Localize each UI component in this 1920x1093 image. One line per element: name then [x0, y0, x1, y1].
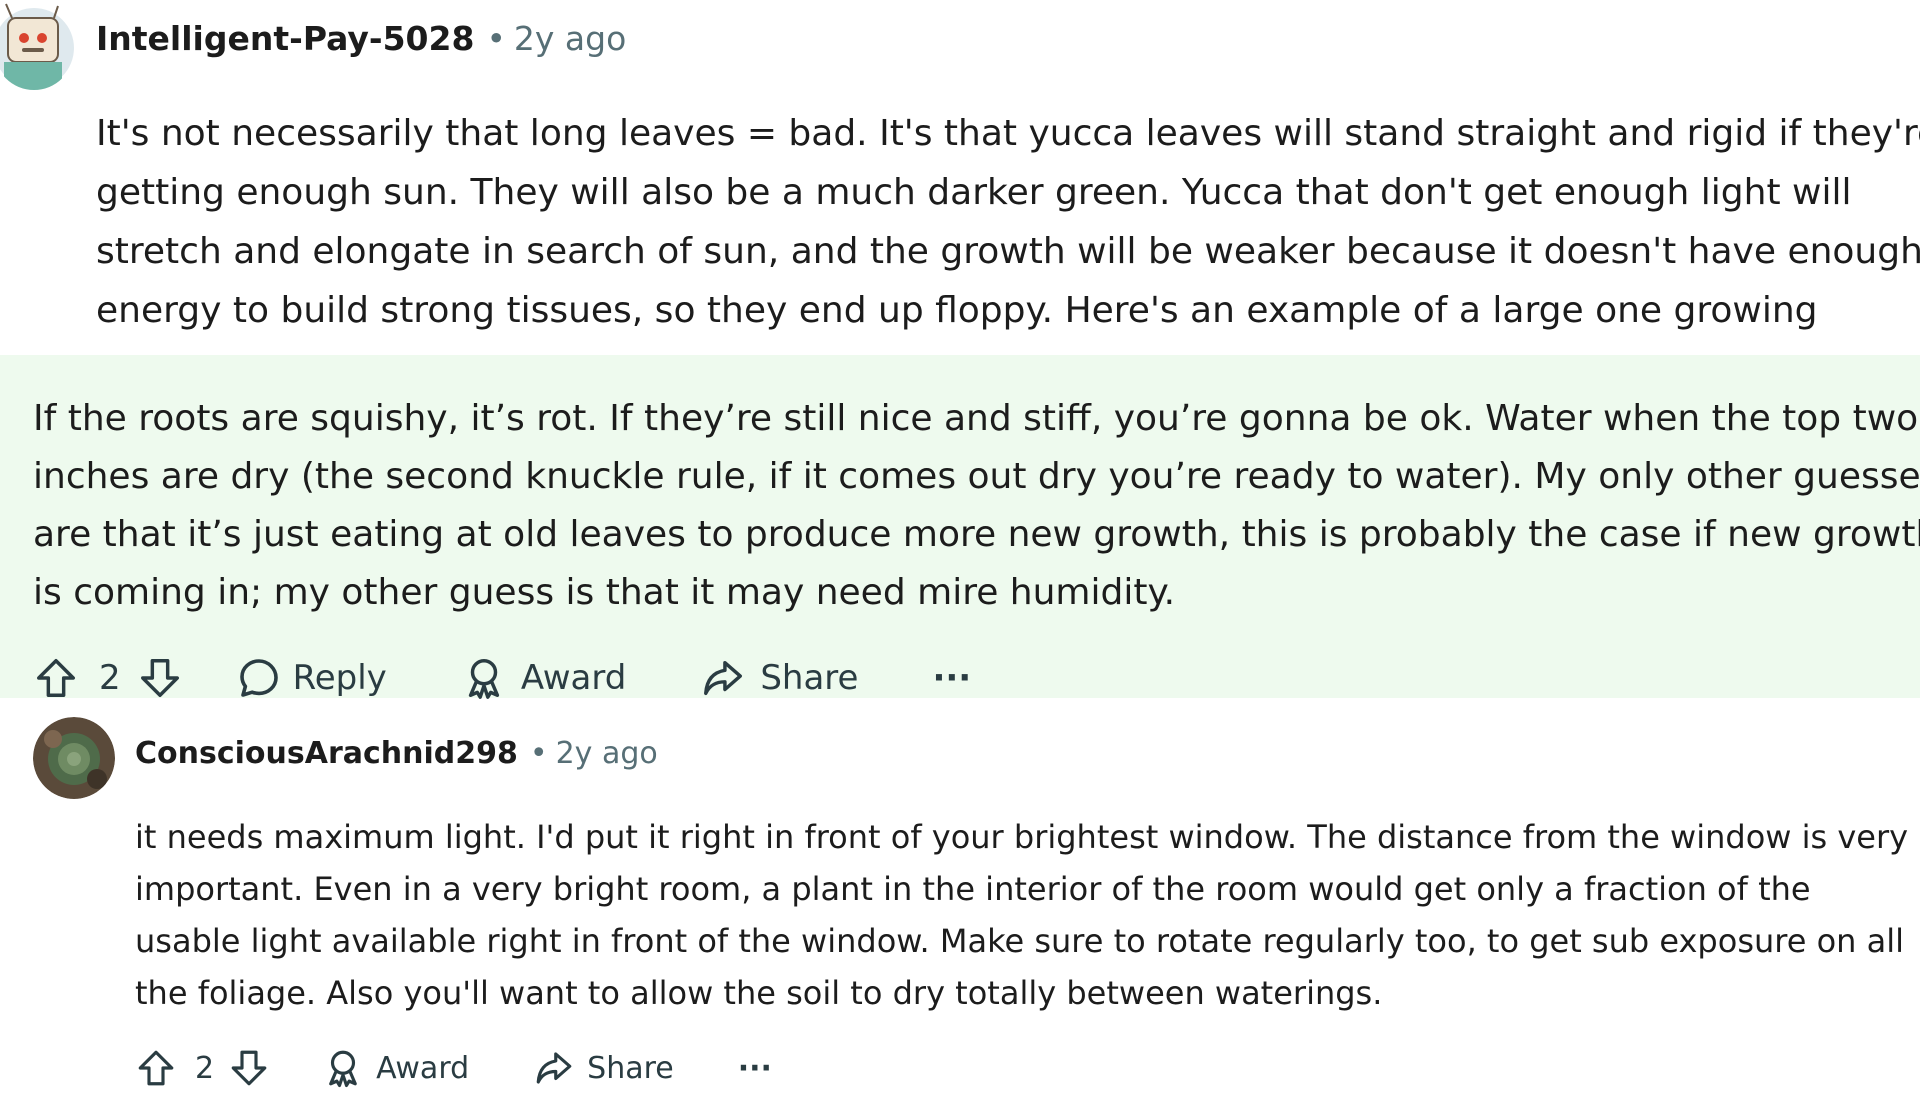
comment-body: If the roots are squishy, it’s rot. If t…: [33, 390, 1920, 622]
upvote-button[interactable]: [135, 1047, 177, 1089]
comment-line: important. Even in a very bright room, a…: [135, 870, 1811, 908]
avatar[interactable]: [33, 717, 115, 799]
comment-line: stretch and elongate in search of sun, a…: [96, 231, 1920, 272]
comment-line: it needs maximum light. I'd put it right…: [135, 818, 1909, 856]
comment-line: If the roots are squishy, it’s rot. If t…: [33, 398, 1919, 439]
award-label: Award: [520, 658, 627, 698]
comment-actions: 2 Reply Award Share ···: [33, 650, 971, 706]
downvote-button[interactable]: [137, 655, 183, 701]
timestamp[interactable]: 2y ago: [556, 736, 658, 771]
comment-line: usable light available right in front of…: [135, 922, 1904, 960]
speech-bubble-icon: [239, 659, 278, 697]
comment-line: the foliage. Also you'll want to allow t…: [135, 974, 1383, 1012]
comment-line: getting enough sun. They will also be a …: [96, 172, 1852, 213]
meta-separator: •: [486, 18, 506, 58]
comment-meta: ConsciousArachnid298 • 2y ago: [135, 733, 658, 773]
share-label: Share: [587, 1050, 674, 1086]
reply-label: Reply: [292, 658, 387, 698]
share-button[interactable]: Share: [700, 655, 858, 701]
downvote-icon: [140, 659, 179, 697]
vote-count: 2: [195, 1050, 215, 1086]
timestamp[interactable]: 2y ago: [514, 19, 626, 58]
share-icon: [536, 1052, 572, 1084]
award-button[interactable]: Award: [461, 655, 627, 701]
share-button[interactable]: Share: [533, 1047, 674, 1089]
avatar[interactable]: [0, 0, 74, 90]
upvote-icon: [37, 659, 75, 697]
comment-line: inches are dry (the second knuckle rule,…: [33, 456, 1920, 497]
reply-button[interactable]: Reply: [235, 654, 387, 702]
award-icon: [468, 659, 499, 699]
share-icon: [704, 660, 743, 696]
award-label: Award: [376, 1050, 470, 1086]
downvote-icon: [231, 1050, 267, 1086]
snoo-avatar-icon: [0, 3, 74, 90]
more-options-button[interactable]: ···: [738, 1051, 772, 1086]
more-options-button[interactable]: ···: [932, 658, 971, 698]
comment-line: are that it’s just eating at old leaves …: [33, 514, 1920, 555]
comment-body: it needs maximum light. I'd put it right…: [135, 811, 1908, 1019]
award-button[interactable]: Award: [322, 1047, 469, 1089]
comment-actions: 2 Award Share ···: [135, 1043, 772, 1093]
vote-count: 2: [99, 658, 121, 698]
comment-line: energy to build strong tissues, so they …: [96, 290, 1818, 331]
username[interactable]: ConsciousArachnid298: [135, 736, 518, 771]
upvote-icon: [138, 1050, 174, 1086]
meta-separator: •: [529, 735, 548, 771]
award-icon: [329, 1050, 357, 1088]
comment-meta: Intelligent-Pay-5028 • 2y ago: [96, 16, 626, 60]
upvote-button[interactable]: [33, 655, 79, 701]
username[interactable]: Intelligent-Pay-5028: [96, 19, 474, 58]
cactus-photo-icon: [33, 717, 115, 799]
comment-line: It's not necessarily that long leaves = …: [96, 113, 1920, 154]
share-label: Share: [760, 658, 859, 698]
comment-line: is coming in; my other guess is that it …: [33, 572, 1176, 613]
downvote-button[interactable]: [228, 1047, 270, 1089]
comment-body: It's not necessarily that long leaves = …: [96, 104, 1920, 340]
